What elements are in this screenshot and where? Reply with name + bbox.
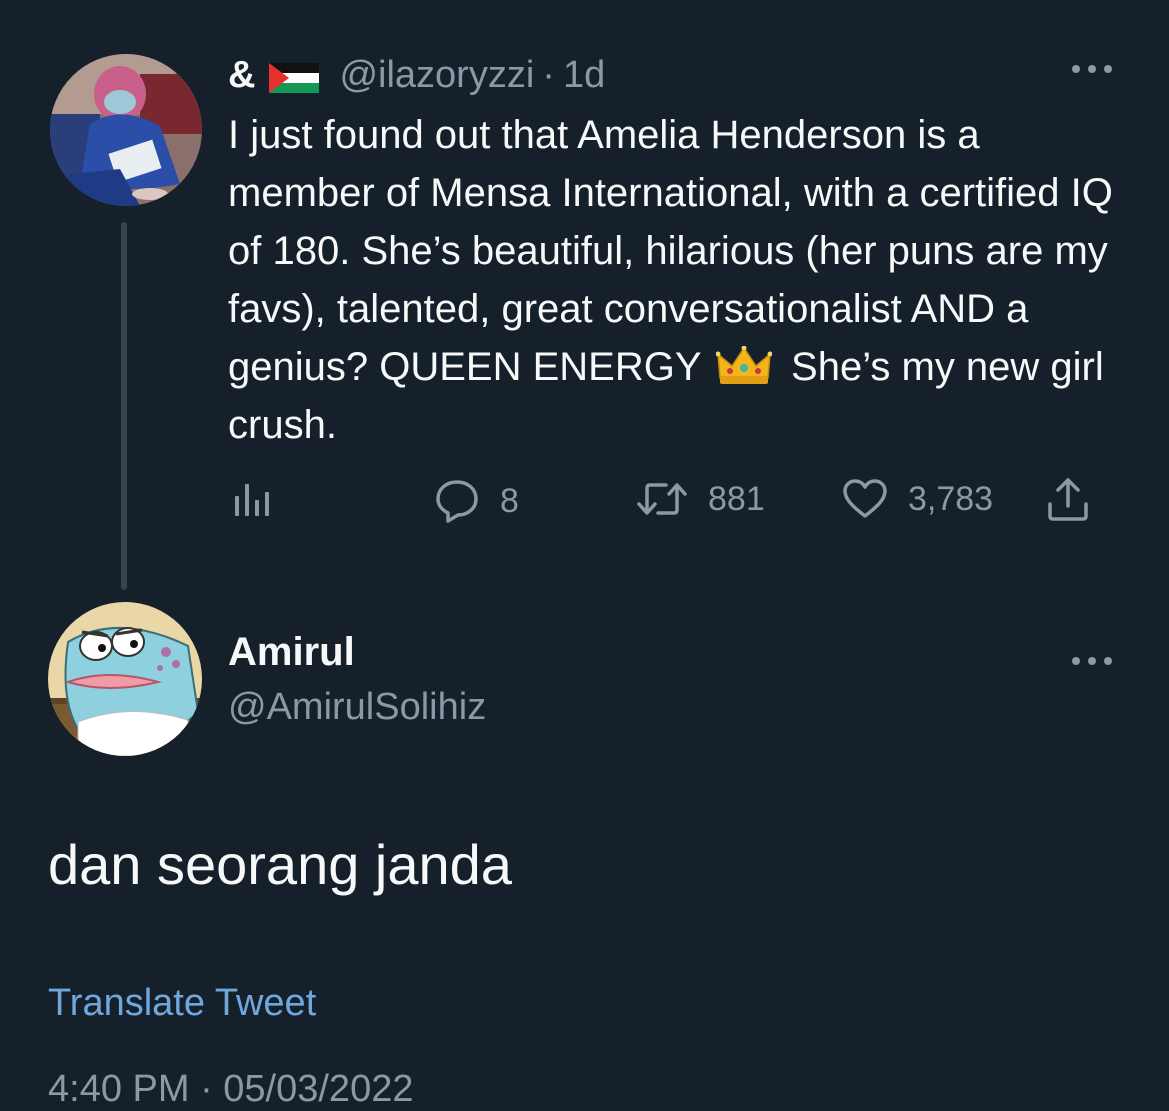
reply-icon	[434, 478, 480, 524]
retweet-button[interactable]: 881	[636, 478, 765, 520]
reply-button[interactable]: 8	[434, 478, 519, 524]
translate-tweet-link[interactable]: Translate Tweet	[48, 982, 316, 1025]
avatar-amirulsolihiz[interactable]	[48, 602, 202, 756]
palestine-flag-icon	[269, 60, 320, 93]
tweet-text: I just found out that Amelia Henderson i…	[228, 106, 1128, 454]
handle[interactable]: @AmirulSolihiz	[228, 686, 486, 729]
separator-dot: ·	[542, 53, 555, 96]
retweet-icon	[636, 478, 688, 520]
crown-icon	[715, 344, 773, 384]
analytics-icon	[232, 478, 274, 520]
retweet-count: 881	[708, 479, 765, 518]
like-count: 3,783	[908, 479, 994, 518]
thread-connector-line	[121, 222, 127, 590]
avatar-ilazoryzzi[interactable]	[50, 54, 202, 206]
handle[interactable]: @ilazoryzzi	[339, 54, 534, 97]
heart-icon	[842, 478, 888, 520]
display-name[interactable]: &	[228, 54, 255, 97]
tweet-time[interactable]: 1d	[563, 54, 605, 97]
share-button[interactable]	[1046, 476, 1090, 522]
reply-count: 8	[500, 481, 519, 520]
analytics-button[interactable]	[232, 478, 274, 520]
tweet-header: & @ilazoryzzi · 1d	[228, 50, 605, 100]
share-icon	[1046, 476, 1090, 522]
more-options-icon[interactable]	[1062, 642, 1122, 666]
more-options-icon[interactable]	[1062, 50, 1122, 74]
tweet-timestamp[interactable]: 4:40 PM · 05/03/2022	[48, 1068, 413, 1111]
like-button[interactable]: 3,783	[842, 478, 993, 520]
tweet-text: dan seorang janda	[48, 833, 512, 896]
display-name[interactable]: Amirul	[228, 630, 355, 675]
